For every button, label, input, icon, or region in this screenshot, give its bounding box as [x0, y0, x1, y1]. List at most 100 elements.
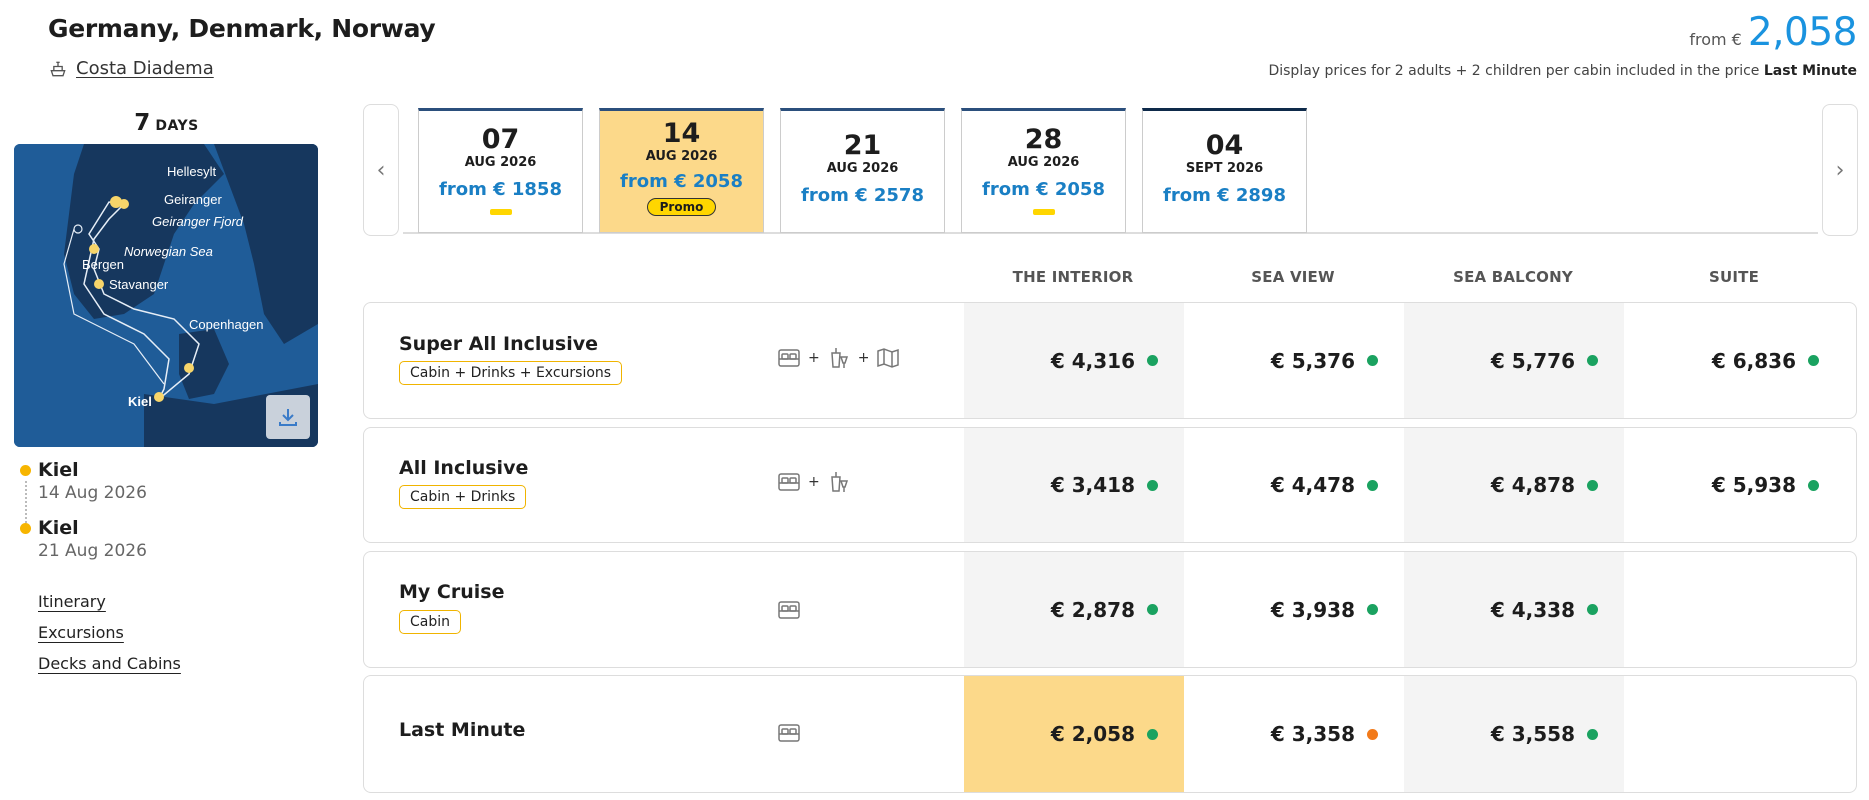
- fare-row-last-minute: Last Minute € 2,058 € 3,358 € 3,558: [363, 675, 1857, 793]
- date-selector: ‹ 07 AUG 2026 from € 1858 14 AUG 2026 fr…: [363, 104, 1858, 238]
- next-dates-button[interactable]: ›: [1822, 104, 1858, 236]
- date-card[interactable]: 28 AUG 2026 from € 2058: [961, 108, 1126, 233]
- offer-flag: [489, 209, 512, 215]
- price-suite-unavailable: [1625, 552, 1845, 667]
- fare-tag: Cabin + Drinks: [399, 485, 527, 509]
- decks-and-cabins-link[interactable]: Decks and Cabins: [38, 654, 181, 674]
- price-sea-view[interactable]: € 4,478: [1184, 428, 1404, 542]
- itinerary-link[interactable]: Itinerary: [38, 592, 181, 612]
- price-value: € 5,938: [1711, 473, 1796, 497]
- date-card-selected[interactable]: 14 AUG 2026 from € 2058 Promo: [599, 108, 764, 233]
- price-value: € 4,338: [1490, 597, 1575, 622]
- stop-dot: [20, 523, 31, 534]
- excursions-link[interactable]: Excursions: [38, 623, 181, 643]
- fare-name: My Cruise: [399, 581, 505, 603]
- fare-row-my-cruise: My Cruise Cabin € 2,878 € 3,938 € 4,338: [363, 551, 1857, 668]
- availability-dot: [1587, 479, 1598, 491]
- map-label: Norwegian Sea: [124, 244, 213, 259]
- price-sea-view[interactable]: € 5,376: [1184, 303, 1404, 418]
- bed-icon: [778, 724, 800, 742]
- date-card[interactable]: 07 AUG 2026 from € 1858: [418, 108, 583, 233]
- stop-arrival: Kiel 21 Aug 2026: [18, 516, 147, 562]
- bed-icon: [778, 349, 800, 367]
- map-label: Bergen: [82, 257, 124, 272]
- download-icon: [279, 409, 297, 426]
- fare-name: Super All Inclusive: [399, 333, 599, 355]
- column-header-sea-balcony: SEA BALCONY: [1453, 268, 1573, 286]
- svg-text:Norwegian Sea: Norwegian Sea: [124, 244, 213, 259]
- days-label: DAYS: [155, 118, 199, 134]
- fare-row-all-inclusive: All Inclusive Cabin + Drinks + € 3,418 €…: [363, 427, 1857, 543]
- availability-dot: [1587, 604, 1598, 615]
- column-header-sea-view: SEA VIEW: [1251, 268, 1335, 286]
- availability-dot: [1587, 355, 1598, 366]
- fare-name: All Inclusive: [399, 457, 529, 479]
- promo-badge: Promo: [646, 198, 717, 216]
- date-price: from € 2578: [801, 185, 924, 206]
- date-price: from € 1858: [439, 179, 562, 200]
- date-day: 14: [662, 118, 701, 149]
- availability-dot: [1367, 604, 1378, 615]
- column-header-suite: SUITE: [1708, 268, 1760, 286]
- download-map-button[interactable]: [266, 395, 310, 439]
- price-value: € 3,558: [1490, 722, 1575, 746]
- stop-name: Kiel: [38, 459, 79, 481]
- stop-dot: [20, 465, 31, 476]
- date-price: from € 2058: [620, 171, 743, 192]
- price-value: € 5,376: [1270, 348, 1355, 373]
- price-suite[interactable]: € 5,938: [1625, 428, 1845, 542]
- plus-sign: +: [808, 350, 820, 366]
- chevron-left-icon: ‹: [376, 157, 386, 183]
- price-value: € 4,316: [1050, 348, 1135, 373]
- price-value: € 4,878: [1490, 473, 1575, 497]
- price-value: € 4,478: [1270, 473, 1355, 497]
- availability-dot: [1367, 479, 1378, 491]
- price-value: € 6,836: [1711, 348, 1796, 373]
- price-sea-balcony[interactable]: € 4,878: [1404, 428, 1624, 542]
- price-suite[interactable]: € 6,836: [1625, 303, 1845, 418]
- availability-dot: [1147, 479, 1158, 491]
- availability-dot: [1808, 479, 1819, 491]
- price-interior[interactable]: € 2,878: [964, 552, 1184, 667]
- date-day: 21: [843, 130, 882, 161]
- price-interior[interactable]: € 4,316: [964, 303, 1184, 418]
- price-note: Display prices for 2 adults + 2 children…: [1268, 63, 1857, 79]
- map-label: Copenhagen: [189, 317, 263, 332]
- ship-link[interactable]: Costa Diadema: [48, 58, 214, 79]
- date-month: AUG 2026: [826, 161, 899, 176]
- bed-icon: [778, 473, 800, 491]
- price-sea-balcony[interactable]: € 5,776: [1404, 303, 1624, 418]
- price-interior-selected[interactable]: € 2,058: [964, 676, 1184, 792]
- map-label: Geiranger Fjord: [152, 214, 244, 229]
- prev-dates-button[interactable]: ‹: [363, 104, 399, 236]
- price-sea-view[interactable]: € 3,938: [1184, 552, 1404, 667]
- from-label: from €: [1689, 30, 1742, 49]
- date-day: 28: [1024, 124, 1063, 155]
- itinerary-map[interactable]: Hellesylt Geiranger Geiranger Fjord Norw…: [14, 144, 318, 447]
- chevron-right-icon: ›: [1835, 157, 1845, 183]
- price-value: € 2,058: [1050, 722, 1135, 746]
- from-price: from € 2,058: [1689, 10, 1857, 55]
- fare-icons: +: [776, 469, 852, 495]
- availability-dot: [1587, 728, 1598, 740]
- drinks-icon: [830, 472, 848, 492]
- price-sea-view[interactable]: € 3,358: [1184, 676, 1404, 792]
- price-sea-balcony[interactable]: € 3,558: [1404, 676, 1624, 792]
- ship-name: Costa Diadema: [76, 58, 214, 79]
- date-card[interactable]: 04 SEPT 2026 from € 2898: [1142, 108, 1307, 233]
- price-interior[interactable]: € 3,418: [964, 428, 1184, 542]
- availability-dot-limited: [1367, 728, 1378, 740]
- fare-name: Last Minute: [399, 719, 526, 741]
- availability-dot: [1367, 355, 1378, 366]
- duration: 7 DAYS: [14, 110, 319, 136]
- price-value: € 2,878: [1050, 597, 1135, 622]
- fare-icons: [776, 720, 802, 746]
- price-sea-balcony[interactable]: € 4,338: [1404, 552, 1624, 667]
- fare-tag: Cabin: [399, 610, 462, 634]
- date-card[interactable]: 21 AUG 2026 from € 2578: [780, 108, 945, 233]
- stop-name: Kiel: [38, 517, 79, 539]
- bed-icon: [778, 601, 800, 619]
- date-day: 04: [1205, 130, 1244, 161]
- offer-flag: [1032, 209, 1055, 215]
- date-price: from € 2058: [982, 179, 1105, 200]
